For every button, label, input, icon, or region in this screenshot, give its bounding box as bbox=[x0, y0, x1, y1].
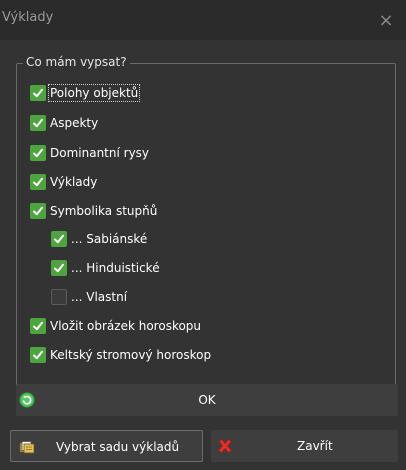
checkbox-box[interactable] bbox=[30, 145, 46, 161]
checkbox-sabianske[interactable]: ... Sabiánské bbox=[51, 229, 147, 249]
checkbox-label: Symbolika stupňů bbox=[50, 204, 158, 218]
folder-stack-icon bbox=[19, 441, 35, 454]
close-button-label: Zavřít bbox=[297, 439, 333, 453]
checkbox-keltsky-horoskop[interactable]: Keltský stromový horoskop bbox=[30, 345, 211, 365]
window-title: Výklady bbox=[2, 10, 54, 25]
title-bar: Výklady × bbox=[0, 0, 406, 40]
checkbox-box[interactable] bbox=[30, 318, 46, 334]
ok-button[interactable]: OK bbox=[16, 384, 398, 416]
checkbox-dominantni-rysy[interactable]: Dominantní rysy bbox=[30, 143, 149, 163]
checkbox-label: Vložit obrázek horoskopu bbox=[50, 319, 202, 333]
checkbox-box[interactable] bbox=[30, 203, 46, 219]
close-icon: × bbox=[378, 9, 394, 31]
output-options-group: Co mám vypsat? Polohy objektů Aspekty Do… bbox=[16, 55, 396, 413]
checkbox-polohy-objektu[interactable]: Polohy objektů bbox=[30, 83, 141, 103]
checkbox-box[interactable] bbox=[51, 231, 67, 247]
checkbox-label: Dominantní rysy bbox=[50, 146, 150, 160]
select-set-button[interactable]: Vybrat sadu výkladů bbox=[10, 430, 203, 462]
ok-button-label: OK bbox=[198, 393, 216, 407]
checkbox-label: ... Sabiánské bbox=[71, 232, 148, 246]
group-legend: Co mám vypsat? bbox=[23, 55, 130, 69]
checkbox-symbolika-stupnu[interactable]: Symbolika stupňů bbox=[30, 201, 157, 221]
dialog-window: Výklady × Co mám vypsat? Polohy objektů bbox=[0, 0, 406, 470]
check-icon bbox=[33, 206, 43, 216]
window-close-button[interactable]: × bbox=[366, 0, 406, 40]
check-icon bbox=[33, 118, 43, 128]
check-icon bbox=[33, 88, 43, 98]
close-button[interactable]: Zavřít bbox=[211, 430, 398, 462]
check-icon bbox=[54, 234, 64, 244]
checkbox-box[interactable] bbox=[51, 260, 67, 276]
checkbox-label: ... Hinduistické bbox=[71, 261, 160, 275]
checkbox-vlastni[interactable]: ... Vlastní bbox=[51, 287, 127, 307]
checkbox-label: Keltský stromový horoskop bbox=[50, 348, 212, 362]
checkbox-box[interactable] bbox=[30, 174, 46, 190]
check-icon bbox=[33, 350, 43, 360]
checkbox-vlozit-obrazek[interactable]: Vložit obrázek horoskopu bbox=[30, 316, 201, 336]
checkbox-label: Polohy objektů bbox=[47, 84, 141, 102]
red-x-icon bbox=[218, 439, 232, 453]
check-icon bbox=[33, 321, 43, 331]
checkbox-label: Aspekty bbox=[50, 116, 99, 130]
checkbox-box[interactable] bbox=[30, 85, 46, 101]
check-icon bbox=[33, 177, 43, 187]
checkbox-label: ... Vlastní bbox=[71, 290, 128, 304]
checkbox-hinduisticke[interactable]: ... Hinduistické bbox=[51, 258, 160, 278]
checkbox-box[interactable] bbox=[51, 289, 67, 305]
dialog-content: Co mám vypsat? Polohy objektů Aspekty Do… bbox=[0, 40, 406, 470]
checkbox-vyklady[interactable]: Výklady bbox=[30, 172, 97, 192]
checkbox-box[interactable] bbox=[30, 347, 46, 363]
checkbox-aspekty[interactable]: Aspekty bbox=[30, 113, 98, 133]
check-icon bbox=[33, 148, 43, 158]
checkbox-box[interactable] bbox=[30, 115, 46, 131]
checkbox-label: Výklady bbox=[50, 175, 98, 189]
select-set-button-label: Vybrat sadu výkladů bbox=[56, 440, 180, 454]
check-icon bbox=[54, 263, 64, 273]
